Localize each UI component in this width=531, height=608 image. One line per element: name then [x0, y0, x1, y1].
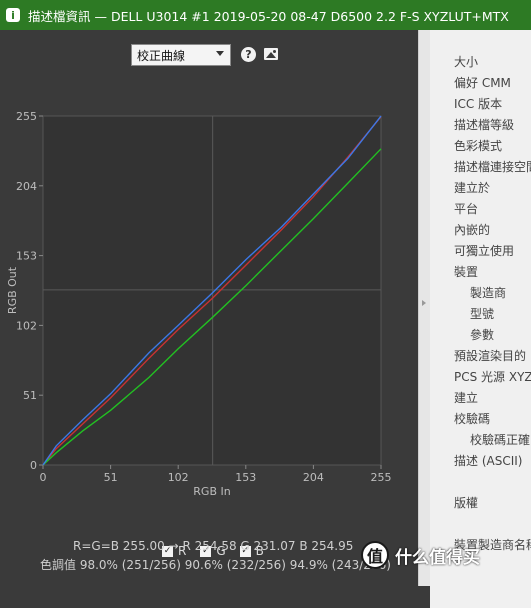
- calibration-curve-chart: 0 51 102 153 204 255 0 51 102 153 204 255 RGB In RGB …: [6, 110, 392, 498]
- info-item[interactable]: 製造商: [430, 283, 531, 304]
- info-item[interactable]: [430, 472, 531, 493]
- y-tick-label: 102: [16, 319, 37, 332]
- title-bar: i 描述檔資訊 — DELL U3014 #1 2019-05-20 08-47…: [0, 0, 531, 30]
- info-item[interactable]: 建立: [430, 388, 531, 409]
- info-item[interactable]: 校驗碼正確: [430, 430, 531, 451]
- plot-area: [42, 115, 382, 466]
- curve-panel: 校正曲線 ? 0 51 102 153 204 255 0 51 102 153 204 255 RGB…: [0, 30, 418, 586]
- y-axis-label: RGB Out: [6, 266, 19, 314]
- x-tick-label: 102: [168, 471, 189, 484]
- image-icon[interactable]: [264, 48, 278, 60]
- info-item[interactable]: 參數: [430, 325, 531, 346]
- info-item[interactable]: 描述 (ASCII): [430, 451, 531, 472]
- info-item[interactable]: 版權: [430, 493, 531, 514]
- y-tick-label: 51: [23, 389, 37, 402]
- info-item[interactable]: 色彩模式: [430, 136, 531, 157]
- info-item[interactable]: 大小: [430, 52, 531, 73]
- summary-values: R=G=B 255.00 → R 254.58 G 231.07 B 254.9…: [73, 539, 354, 553]
- x-tick-label: 0: [40, 471, 47, 484]
- info-item[interactable]: 描述檔等級: [430, 115, 531, 136]
- info-item[interactable]: 建立於: [430, 178, 531, 199]
- y-tick-label: 153: [16, 250, 37, 263]
- window-title: 描述檔資訊 — DELL U3014 #1 2019-05-20 08-47 D…: [28, 8, 509, 24]
- chevron-down-icon: [216, 51, 224, 56]
- panel-splitter[interactable]: [418, 30, 430, 586]
- info-icon: i: [6, 8, 20, 22]
- summary-tone: 色調值 98.0% (251/256) 90.6% (232/256) 94.9…: [40, 558, 391, 572]
- y-tick-label: 0: [30, 459, 37, 472]
- info-item[interactable]: 校驗碼: [430, 409, 531, 430]
- collapse-arrow-icon[interactable]: [422, 300, 426, 306]
- info-item[interactable]: 裝置製造商名稱: [430, 535, 531, 556]
- profile-info-panel: 大小 偏好 CMM ICC 版本 描述檔等級 色彩模式 描述檔連接空間 建立於 平台 內嵌的 可獨…: [430, 30, 531, 608]
- info-item[interactable]: 裝置: [430, 262, 531, 283]
- x-tick-label: 51: [104, 471, 118, 484]
- info-item[interactable]: 預設渲染目的: [430, 346, 531, 367]
- info-item[interactable]: 描述檔連接空間: [430, 157, 531, 178]
- info-item[interactable]: [430, 514, 531, 535]
- info-item[interactable]: ICC 版本: [430, 94, 531, 115]
- y-tick-label: 204: [16, 180, 37, 193]
- info-item[interactable]: 平台: [430, 199, 531, 220]
- info-item[interactable]: 偏好 CMM: [430, 73, 531, 94]
- info-item[interactable]: 型號: [430, 304, 531, 325]
- x-axis-label: RGB In: [193, 485, 230, 498]
- info-item[interactable]: 可獨立使用: [430, 241, 531, 262]
- x-tick-label: 204: [303, 471, 324, 484]
- x-tick-label: 153: [235, 471, 256, 484]
- y-tick-label: 255: [16, 110, 37, 123]
- info-item[interactable]: 內嵌的: [430, 220, 531, 241]
- info-item[interactable]: PCS 光源 XYZ: [430, 367, 531, 388]
- x-tick-label: 255: [371, 471, 392, 484]
